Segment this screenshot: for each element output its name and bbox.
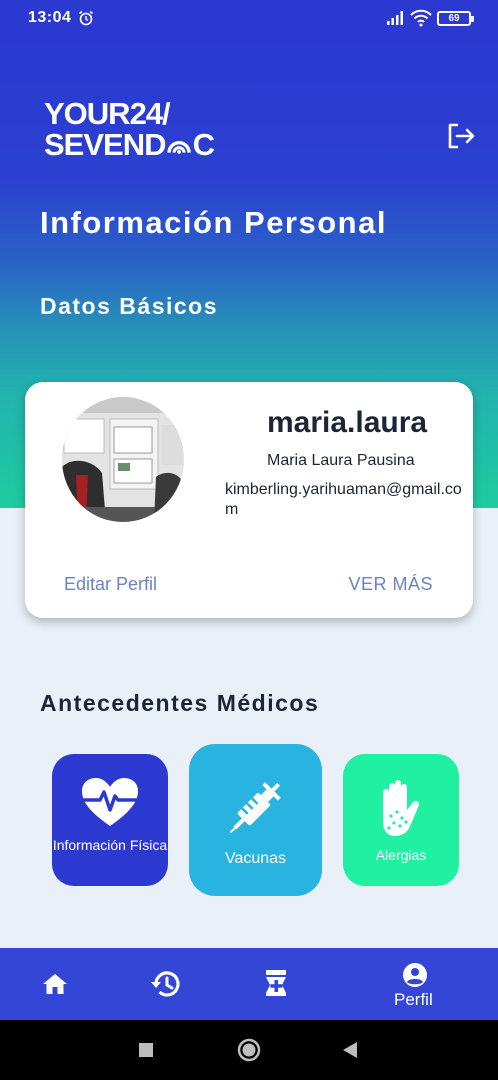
- history-icon[interactable]: [150, 968, 182, 1000]
- logo-line-2-prefix: SEVEND: [44, 127, 166, 162]
- profile-email: kimberling.yarihuaman@gmail.com: [225, 481, 462, 518]
- logout-icon[interactable]: [446, 122, 476, 150]
- avatar-photo: [62, 397, 184, 522]
- physical-info-label: Información Física: [52, 837, 168, 853]
- heart-pulse-icon: [82, 778, 138, 826]
- status-bar: 13:04 69: [0, 0, 498, 36]
- system-navigation-bar: [0, 1020, 498, 1080]
- app-logo: YOUR24/ SEVEND C: [44, 96, 215, 162]
- profile-icon[interactable]: [402, 962, 428, 988]
- syringe-icon: [229, 782, 281, 834]
- allergy-hand-icon: [383, 780, 420, 836]
- status-time: 13:04: [28, 9, 72, 26]
- physical-info-tile[interactable]: Información Física: [52, 754, 168, 886]
- home-button[interactable]: [237, 1038, 261, 1062]
- logo-signal-o-icon: [167, 140, 192, 154]
- page-title: Información Personal: [40, 205, 387, 240]
- back-button[interactable]: [342, 1041, 358, 1059]
- logo-line-1: YOUR24/: [44, 96, 171, 131]
- alarm-icon: [79, 10, 93, 26]
- edit-profile-link[interactable]: Editar Perfil: [64, 574, 157, 595]
- profile-full-name: Maria Laura Pausina: [267, 452, 415, 469]
- allergies-tile[interactable]: Alergias: [343, 754, 459, 886]
- signal-icon: [387, 11, 403, 25]
- profile-username: maria.laura: [267, 406, 428, 439]
- vaccines-label: Vacunas: [224, 850, 287, 867]
- logo-line-2-suffix: C: [192, 127, 215, 162]
- wifi-icon: [410, 9, 432, 27]
- medical-history-title: Antecedentes Médicos: [40, 690, 320, 716]
- basic-data-section-title: Datos Básicos: [40, 293, 219, 319]
- allergies-label: Alergias: [375, 847, 427, 863]
- home-icon[interactable]: [42, 972, 68, 996]
- battery-icon: 69: [437, 11, 474, 26]
- profile-card: maria.laura Maria Laura Pausina kimberli…: [25, 382, 473, 618]
- see-more-link[interactable]: VER MÁS: [348, 574, 433, 595]
- vaccines-tile[interactable]: Vacunas: [189, 744, 322, 896]
- nav-profile-label[interactable]: Perfil: [394, 990, 433, 1010]
- recent-apps-button[interactable]: [139, 1043, 153, 1057]
- avatar[interactable]: [62, 397, 184, 522]
- medicine-icon[interactable]: [263, 969, 289, 997]
- logo-line-2: SEVEND C: [44, 127, 215, 162]
